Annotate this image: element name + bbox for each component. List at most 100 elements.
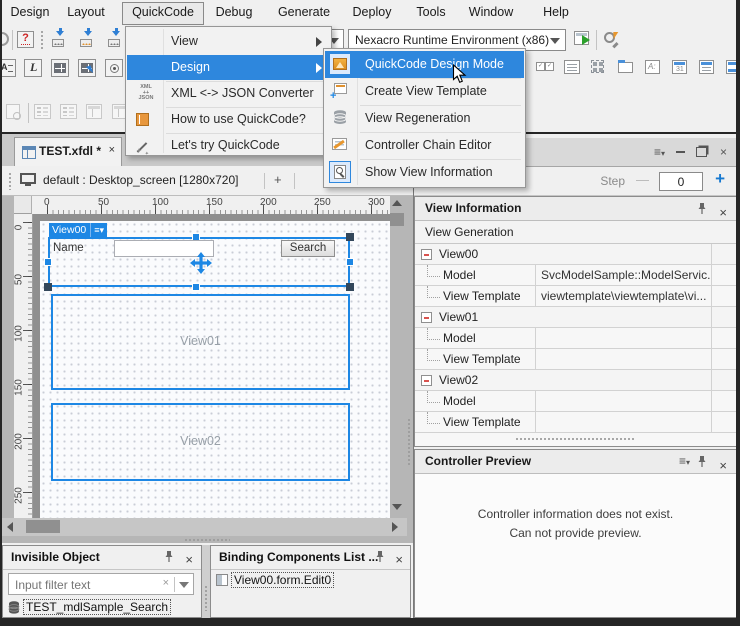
help-doc-icon[interactable] bbox=[17, 31, 34, 48]
tab-close-icon[interactable]: × bbox=[109, 144, 115, 156]
screen-info-label[interactable]: default : Desktop_screen [1280x720] bbox=[43, 173, 238, 187]
import-model-data-icon[interactable] bbox=[78, 31, 95, 48]
invisible-object-item[interactable]: TEST_mdlSample_Search bbox=[8, 599, 171, 615]
table-row[interactable]: View00 bbox=[415, 244, 736, 265]
horizontal-scroll-thumb[interactable] bbox=[26, 520, 60, 533]
name-static-label[interactable]: Name bbox=[53, 242, 84, 254]
close-icon[interactable]: × bbox=[395, 549, 403, 571]
menu-deploy[interactable]: Deploy bbox=[342, 2, 402, 23]
scroll-up-icon[interactable] bbox=[392, 200, 402, 206]
tab-test-xfdl[interactable]: TEST.xfdl * × bbox=[14, 137, 122, 166]
resize-handle-bottom[interactable] bbox=[192, 283, 200, 291]
menuitem-how-to-use[interactable]: How to use QuickCode? bbox=[127, 107, 330, 132]
menu-help[interactable]: Help bbox=[532, 2, 580, 23]
quick-find-icon[interactable] bbox=[603, 30, 622, 49]
table-row[interactable]: Model bbox=[415, 391, 736, 412]
scroll-down-icon[interactable] bbox=[392, 504, 402, 510]
table-row[interactable]: Model SvcModelSample::ModelServic... bbox=[415, 265, 736, 286]
checkbox-component-icon[interactable] bbox=[536, 61, 553, 71]
horizontal-scrollbar[interactable] bbox=[2, 518, 407, 536]
bottom-panel-splitter[interactable] bbox=[202, 545, 210, 618]
minimize-icon[interactable] bbox=[676, 141, 685, 156]
menu-design[interactable]: Design bbox=[4, 2, 56, 23]
menuitem-create-view-template[interactable]: + Create View Template bbox=[325, 78, 524, 105]
menuitem-view[interactable]: View bbox=[127, 29, 330, 54]
pin-icon[interactable] bbox=[374, 550, 386, 563]
menu-generate[interactable]: Generate bbox=[268, 2, 340, 23]
menu-quickcode[interactable]: QuickCode bbox=[122, 2, 204, 25]
binding-component-item-label[interactable]: View00.form.Edit0 bbox=[231, 572, 334, 588]
table-row[interactable]: View Template bbox=[415, 349, 736, 370]
format-text-icon[interactable] bbox=[0, 59, 16, 77]
tab-component-icon[interactable] bbox=[618, 62, 633, 73]
menuitem-controller-chain-editor[interactable]: Controller Chain Editor bbox=[325, 132, 524, 159]
step-input[interactable] bbox=[659, 172, 703, 191]
invisible-object-item-label[interactable]: TEST_mdlSample_Search bbox=[23, 599, 171, 615]
selection-component-icon[interactable] bbox=[591, 60, 604, 73]
resize-handle-bottomright[interactable] bbox=[346, 283, 354, 291]
table-row[interactable]: View01 bbox=[415, 307, 736, 328]
resize-handle-left[interactable] bbox=[44, 258, 52, 266]
table-row[interactable]: View Template viewtemplate\viewtemplate\… bbox=[415, 286, 736, 307]
literal-icon[interactable] bbox=[24, 59, 42, 77]
resize-handle-topright[interactable] bbox=[346, 233, 354, 241]
import-template-icon[interactable] bbox=[106, 31, 123, 48]
binding-component-item[interactable]: View00.form.Edit0 bbox=[216, 572, 334, 588]
toolbar-grip[interactable] bbox=[40, 30, 44, 50]
resize-handle-right[interactable] bbox=[346, 258, 354, 266]
menu-window[interactable]: Window bbox=[458, 2, 524, 23]
view01-container[interactable]: View01 bbox=[51, 294, 350, 390]
resize-handle-bottomleft[interactable] bbox=[44, 283, 52, 291]
view02-container[interactable]: View02 bbox=[51, 403, 350, 481]
bottom-splitter-grip[interactable] bbox=[184, 538, 230, 542]
collapse-icon[interactable] bbox=[421, 312, 432, 323]
float-icon[interactable] bbox=[696, 146, 707, 160]
panel-menu-icon[interactable]: ≡▾ bbox=[679, 454, 690, 470]
view00-tag[interactable]: View00≡▾ bbox=[49, 223, 107, 237]
collapse-icon[interactable] bbox=[421, 249, 432, 260]
import-model-icon[interactable] bbox=[50, 31, 67, 48]
search-button[interactable]: Search bbox=[281, 240, 335, 257]
close-icon[interactable]: × bbox=[719, 454, 727, 477]
filter-input[interactable] bbox=[13, 575, 147, 595]
listbox-component-icon[interactable] bbox=[564, 60, 580, 74]
step-minus-button[interactable]: — bbox=[636, 172, 649, 187]
filter-dropdown-icon[interactable] bbox=[179, 582, 189, 588]
menuitem-view-regeneration[interactable]: View Regeneration bbox=[325, 105, 524, 132]
view00-menu-icon[interactable]: ≡▾ bbox=[90, 223, 104, 237]
form-design-area[interactable]: View00≡▾ Name Search bbox=[40, 221, 390, 518]
menuitem-show-view-information[interactable]: Show View Information bbox=[325, 159, 524, 186]
table-row[interactable]: View Template bbox=[415, 412, 736, 433]
static-text-component-icon[interactable] bbox=[645, 60, 660, 74]
menu-layout[interactable]: Layout bbox=[58, 2, 114, 23]
add-screen-button[interactable]: + bbox=[274, 172, 282, 187]
launch-runtime-icon[interactable] bbox=[574, 31, 589, 45]
vertical-scroll-thumb[interactable] bbox=[390, 213, 404, 226]
collapse-icon[interactable] bbox=[421, 375, 432, 386]
panel-menu-icon[interactable]: ≡▾ bbox=[654, 145, 665, 161]
pin-icon[interactable] bbox=[696, 455, 708, 468]
menu-debug[interactable]: Debug bbox=[206, 2, 262, 23]
frameset-icon[interactable] bbox=[51, 59, 69, 77]
pin-icon[interactable] bbox=[163, 550, 175, 563]
scroll-left-icon[interactable] bbox=[7, 522, 13, 532]
combo-dropdown-icon[interactable] bbox=[550, 38, 560, 44]
table-row[interactable]: Model bbox=[415, 328, 736, 349]
close-panel-icon[interactable]: × bbox=[720, 145, 727, 159]
right-splitter-grip[interactable] bbox=[407, 418, 411, 466]
screenbar-grip[interactable] bbox=[8, 172, 12, 190]
panel-splitter-grip[interactable] bbox=[515, 437, 635, 441]
calendar-component-icon[interactable] bbox=[672, 60, 687, 74]
frame-select-icon[interactable] bbox=[78, 59, 96, 77]
menuitem-xml-json-converter[interactable]: XML++JSON XML <-> JSON Converter bbox=[127, 81, 330, 106]
menuitem-lets-try[interactable]: ✦ ✦ Let's try QuickCode bbox=[127, 133, 330, 158]
menu-tools[interactable]: Tools bbox=[406, 2, 456, 23]
clear-filter-icon[interactable]: × bbox=[163, 577, 169, 589]
menuitem-quickcode-design-mode[interactable]: QuickCode Design Mode bbox=[325, 51, 524, 78]
scroll-right-icon[interactable] bbox=[392, 522, 398, 532]
table-row[interactable]: View02 bbox=[415, 370, 736, 391]
close-icon[interactable]: × bbox=[185, 549, 193, 571]
monthcalendar-component-icon[interactable] bbox=[699, 60, 714, 74]
radio-component-icon[interactable] bbox=[105, 59, 123, 77]
pin-icon[interactable] bbox=[696, 202, 708, 215]
